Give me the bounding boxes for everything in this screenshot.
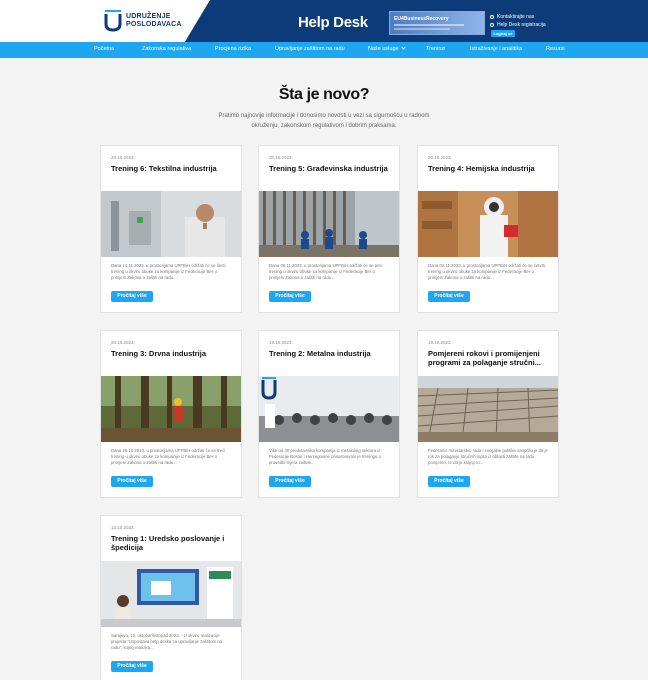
news-card[interactable]: 20.10.2023. Trening 6: Tekstilna industr… [100, 145, 242, 313]
nav-item-services-label: Naše usluge [368, 46, 399, 52]
page-title: Šta je novo? [278, 86, 370, 103]
card-date: 20.10.2023. [111, 340, 135, 345]
register-link[interactable]: Help Desk registracija [490, 21, 546, 29]
card-title[interactable]: Trening 5: Građevinska industrija [269, 164, 393, 173]
main-nav: Početna Zakonska regulativa Procjena riz… [0, 42, 648, 58]
card-date: 20.10.2023. [428, 155, 452, 160]
news-card[interactable]: 19.10.2023. Trening 2: Metalna industrij… [258, 330, 400, 498]
read-more-button[interactable]: Pročitaj više [269, 291, 311, 302]
card-date: 20.10.2023. [111, 155, 135, 160]
promo-decor [394, 24, 464, 26]
news-card[interactable]: 13.10.2023. Trening 1: Uredsko poslovanj… [100, 515, 242, 680]
card-excerpt: Dana 14.11.2023. u prostorijama UPFBiH o… [111, 263, 226, 280]
promo-banner[interactable]: EU4BusinessRecovery [389, 11, 485, 35]
card-excerpt: Sarajevo, 12. oktobar/listopad 2023. - U… [111, 633, 223, 650]
chevron-down-icon [400, 45, 406, 50]
page-subtitle: Pratimo najnovije informacije i donosimo… [218, 113, 430, 129]
card-image[interactable] [418, 191, 558, 257]
card-title[interactable]: Trening 4: Hemijska industrija [428, 164, 552, 173]
logo-area[interactable]: UDRUŽENJE POSLODAVACA [0, 0, 210, 42]
card-image[interactable] [101, 561, 241, 627]
nav-item-risk-assessment[interactable]: Procjena rizika [215, 46, 251, 52]
logo-line1: UDRUŽENJE [126, 13, 171, 20]
login-button[interactable]: Logiraj se [491, 30, 515, 37]
news-card[interactable]: 20.10.2023. Trening 5: Građevinska indus… [258, 145, 400, 313]
nav-item-home[interactable]: Početna [94, 46, 114, 52]
user-icon [490, 23, 494, 27]
contact-link-label: Kontaktirajte nas [497, 14, 535, 20]
card-title[interactable]: Trening 6: Tekstilna industrija [111, 164, 235, 173]
news-card[interactable]: 20.10.2023. Trening 3: Drvna industrija … [100, 330, 242, 498]
card-excerpt: Dana 02.11.2023. u prostorijama UPFBiH o… [428, 263, 546, 280]
nav-item-research[interactable]: Istraživanje i analitika [470, 46, 522, 52]
upfbih-logo-icon [104, 10, 122, 32]
read-more-button[interactable]: Pročitaj više [269, 476, 311, 487]
card-title[interactable]: Pomjereni rokovi i promijenjeni programi… [428, 349, 552, 367]
card-image[interactable] [101, 191, 241, 257]
card-date: 13.10.2023. [111, 525, 135, 530]
card-title[interactable]: Trening 2: Metalna industrija [269, 349, 393, 358]
card-excerpt: Federalno ministarstvo rada i socijalne … [428, 448, 548, 465]
nav-item-resources[interactable]: Resursi [546, 46, 565, 52]
read-more-button[interactable]: Pročitaj više [428, 291, 470, 302]
card-image[interactable] [259, 191, 399, 257]
promo-banner-text: EU4BusinessRecovery [394, 16, 449, 22]
read-more-button[interactable]: Pročitaj više [428, 476, 470, 487]
news-card[interactable]: 20.10.2023. Trening 4: Hemijska industri… [417, 145, 559, 313]
card-image[interactable] [418, 376, 558, 442]
read-more-button[interactable]: Pročitaj više [111, 476, 153, 487]
site-header: UDRUŽENJE POSLODAVACA Help Desk EU4Busin… [0, 0, 648, 42]
card-excerpt: Više od 30 predstavnika kompanija iz met… [269, 448, 382, 465]
logo-text: UDRUŽENJE POSLODAVACA [126, 13, 182, 29]
card-title[interactable]: Trening 3: Drvna industrija [111, 349, 235, 358]
read-more-button[interactable]: Pročitaj više [111, 291, 153, 302]
read-more-button[interactable]: Pročitaj više [111, 661, 153, 672]
nav-item-trainings[interactable]: Treninzi [426, 46, 445, 52]
contact-link[interactable]: Kontaktirajte nas [490, 13, 546, 21]
register-link-label: Help Desk registracija [497, 22, 546, 28]
nav-item-services[interactable]: Naše usluge [368, 45, 406, 52]
news-card[interactable]: 16.10.2023. Pomjereni rokovi i promijenj… [417, 330, 559, 498]
site-title[interactable]: Help Desk [298, 14, 368, 31]
top-links: Kontaktirajte nas Help Desk registracija [490, 13, 546, 29]
card-image[interactable] [259, 376, 399, 442]
card-date: 20.10.2023. [269, 155, 293, 160]
card-image[interactable] [101, 376, 241, 442]
logo-line2: POSLODAVACA [126, 21, 182, 28]
nav-item-safety-management[interactable]: Upravljanje zaštitom na radu [275, 46, 345, 52]
card-excerpt: Dana 09.11.2023. u prostorijama UPFBiH o… [269, 263, 382, 280]
contact-icon [490, 15, 494, 19]
card-date: 19.10.2023. [269, 340, 293, 345]
card-title[interactable]: Trening 1: Uredsko poslovanje i špedicij… [111, 534, 235, 552]
nav-item-legislation[interactable]: Zakonska regulativa [142, 46, 191, 52]
card-date: 16.10.2023. [428, 340, 452, 345]
promo-decor [394, 28, 450, 30]
card-excerpt: Dana 26.10.2023. u prostorijama UPFBiH o… [111, 448, 226, 465]
